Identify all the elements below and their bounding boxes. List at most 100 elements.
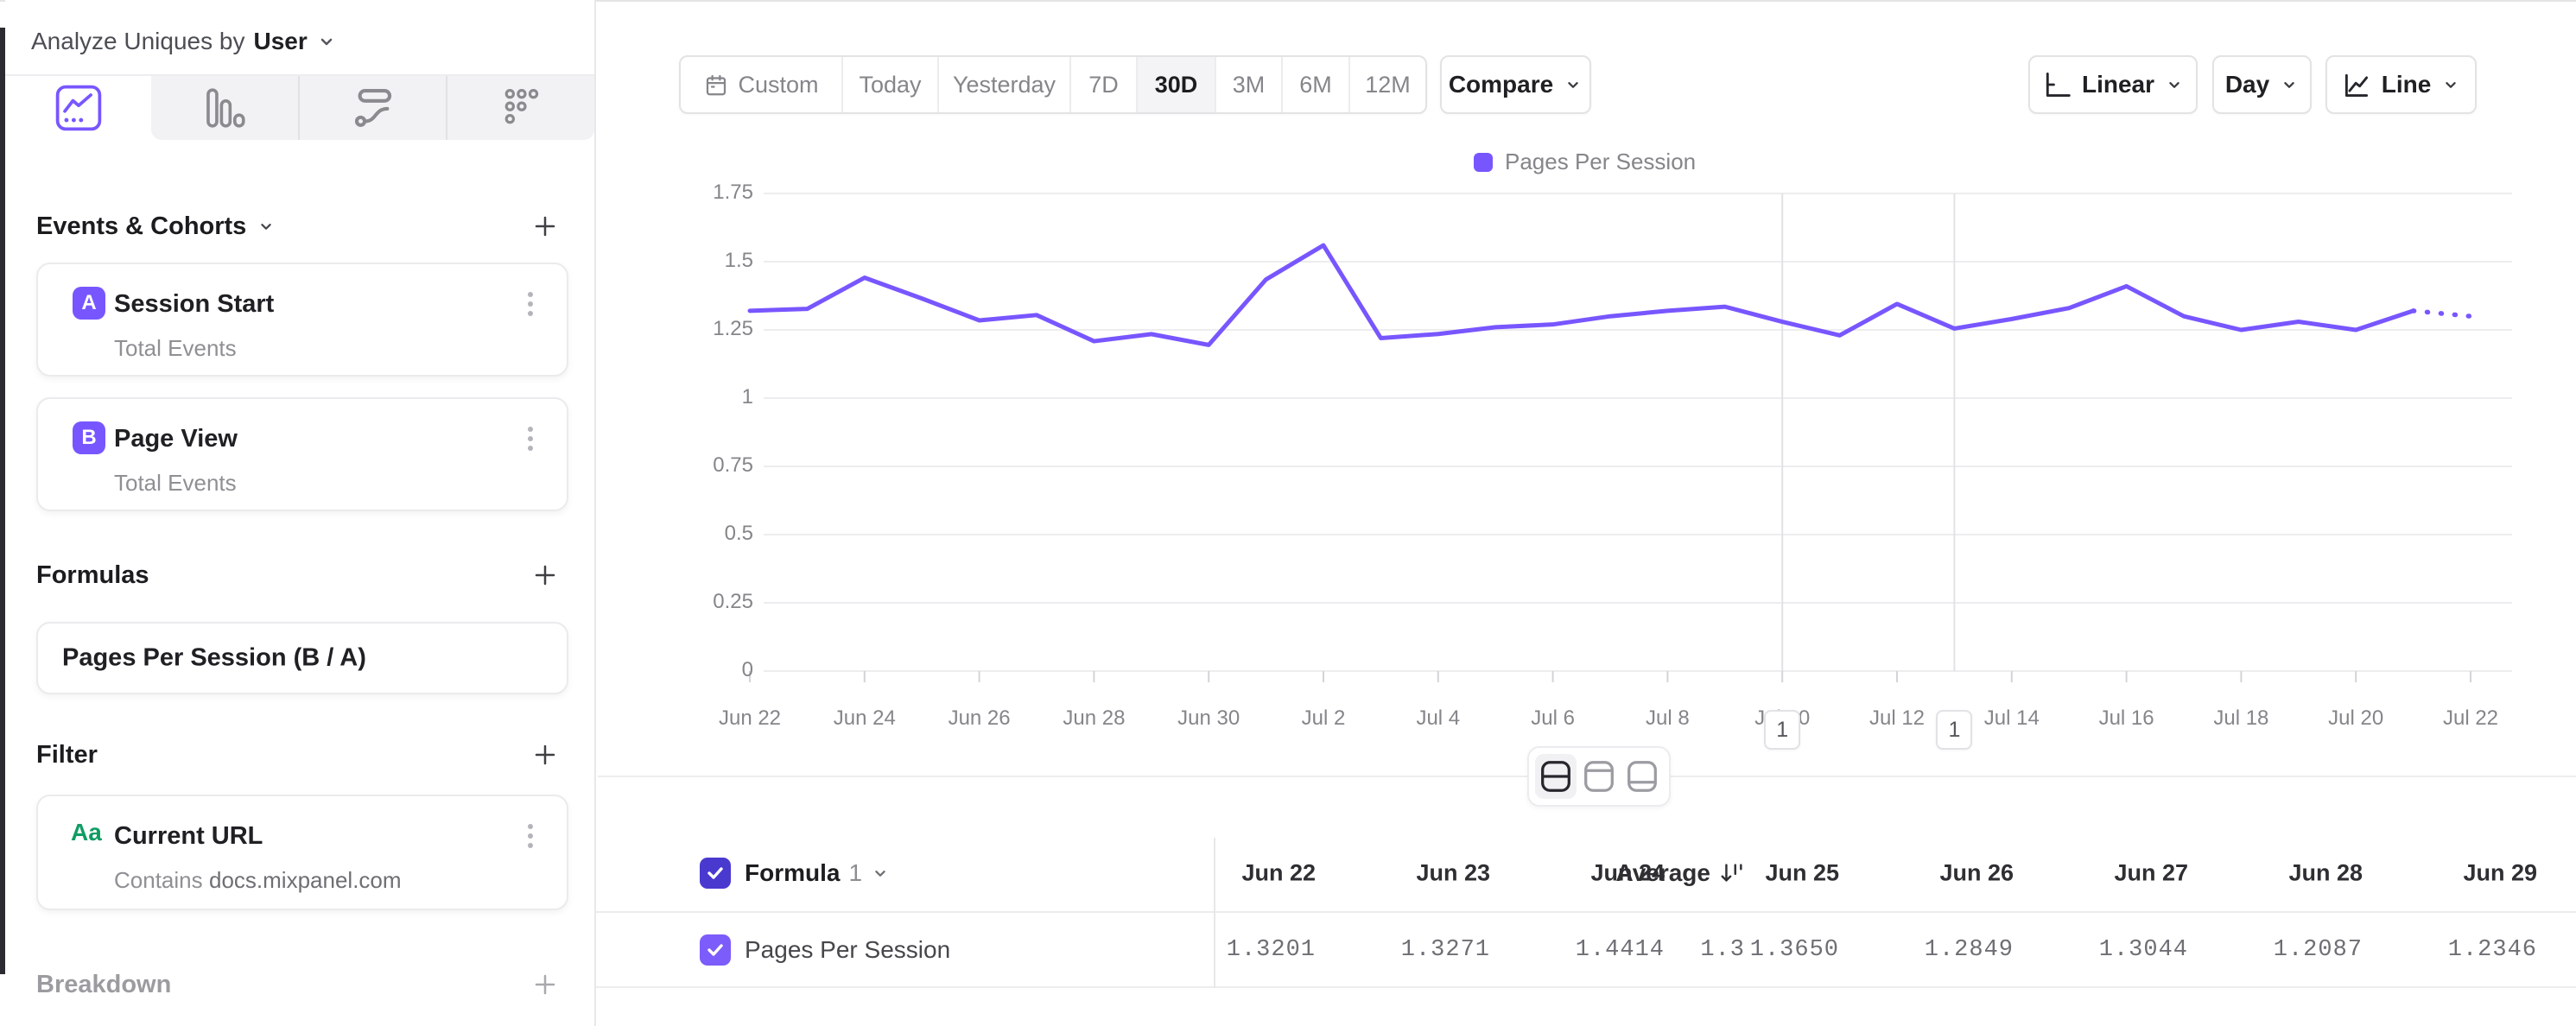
split-view-toggle[interactable] bbox=[1535, 754, 1577, 799]
events-cohorts-header: Events & Cohorts bbox=[36, 211, 560, 242]
filter-card-current-url[interactable]: Aa Current URL Contains docs.mixpanel.co… bbox=[36, 795, 568, 910]
layout-toggle-group bbox=[1527, 746, 1671, 807]
x-tick-label: Jul 8 bbox=[1607, 706, 1728, 731]
date-column-header[interactable]: Jun 25 bbox=[1701, 859, 1839, 886]
interval-dropdown[interactable]: Day bbox=[2212, 55, 2312, 114]
tab-insights[interactable] bbox=[5, 76, 151, 140]
x-tick-label: Jun 30 bbox=[1148, 706, 1269, 731]
date-column-header[interactable]: Jun 29 bbox=[2399, 859, 2537, 886]
event-card-page-view[interactable]: B Page View Total Events bbox=[36, 397, 568, 511]
y-tick-label: 1.75 bbox=[657, 180, 753, 205]
analyze-label: Analyze Uniques by bbox=[31, 28, 244, 55]
tab-flow[interactable] bbox=[298, 76, 447, 140]
check-icon bbox=[705, 863, 726, 884]
cell-value: 1.3044 bbox=[2041, 937, 2188, 963]
cell-value: 1.2087 bbox=[2216, 937, 2363, 963]
insights-report-page: Analyze Uniques by User bbox=[0, 0, 2576, 1026]
inactive-tabs-group bbox=[151, 76, 594, 140]
grid-dots-tab-icon bbox=[496, 83, 546, 133]
chevron-down-icon[interactable] bbox=[257, 217, 276, 236]
date-column-header[interactable]: Jun 22 bbox=[1177, 859, 1316, 886]
event-card-session-start[interactable]: A Session Start Total Events bbox=[36, 263, 568, 377]
event-badge-b: B bbox=[73, 421, 105, 454]
event-measure[interactable]: Total Events bbox=[114, 470, 237, 497]
line-chart bbox=[596, 121, 2576, 725]
y-tick-label: 0.75 bbox=[657, 453, 753, 478]
chart-view-icon bbox=[1580, 757, 1618, 795]
date-column-header[interactable]: Jun 24 bbox=[1526, 859, 1665, 886]
x-tick-label: Jul 6 bbox=[1493, 706, 1614, 731]
x-tick-label: Jul 22 bbox=[2410, 706, 2531, 731]
range-30d[interactable]: 30D bbox=[1136, 57, 1215, 112]
date-column-header[interactable]: Jun 23 bbox=[1352, 859, 1490, 886]
add-filter-button[interactable] bbox=[530, 740, 560, 770]
event-measure[interactable]: Total Events bbox=[114, 335, 237, 362]
y-tick-label: 0.25 bbox=[657, 590, 753, 614]
formula-expression: Pages Per Session (B / A) bbox=[62, 644, 366, 673]
annotation-badge[interactable]: 1 bbox=[1936, 710, 1972, 750]
split-view-icon bbox=[1537, 757, 1575, 795]
tab-retention[interactable] bbox=[446, 76, 594, 140]
y-tick-label: 1.25 bbox=[657, 317, 753, 341]
formula-group-selector[interactable]: Formula 1 bbox=[745, 859, 890, 887]
flow-tab-icon bbox=[348, 83, 398, 133]
range-today[interactable]: Today bbox=[841, 57, 937, 112]
y-tick-label: 0 bbox=[657, 658, 753, 682]
analyze-value-dropdown[interactable]: User bbox=[253, 28, 307, 55]
plus-icon bbox=[532, 213, 558, 239]
cell-value: 1.3271 bbox=[1343, 937, 1490, 963]
range-6m[interactable]: 6M bbox=[1281, 57, 1348, 112]
plus-icon bbox=[532, 972, 558, 998]
string-property-icon: Aa bbox=[71, 819, 102, 846]
tab-bar-chart[interactable] bbox=[151, 76, 298, 140]
y-tick-label: 1 bbox=[657, 385, 753, 409]
x-tick-label: Jul 2 bbox=[1263, 706, 1384, 731]
event-name: Session Start bbox=[114, 290, 274, 319]
event-name: Page View bbox=[114, 425, 238, 453]
event-options-kebab[interactable] bbox=[515, 421, 546, 456]
add-event-button[interactable] bbox=[530, 212, 560, 241]
date-column-header[interactable]: Jun 26 bbox=[1875, 859, 2014, 886]
range-custom[interactable]: Custom bbox=[681, 57, 841, 112]
x-tick-label: Jul 20 bbox=[2295, 706, 2416, 731]
filter-property-name: Current URL bbox=[114, 822, 263, 851]
series-checkbox[interactable] bbox=[700, 934, 731, 966]
range-3m[interactable]: 3M bbox=[1215, 57, 1281, 112]
range-12m[interactable]: 12M bbox=[1348, 57, 1425, 112]
annotation-badge[interactable]: 1 bbox=[1764, 710, 1800, 750]
formula-group-label: Formula bbox=[745, 859, 840, 887]
x-tick-label: Jun 28 bbox=[1033, 706, 1154, 731]
query-builder-sidebar: Analyze Uniques by User bbox=[5, 0, 596, 1026]
range-7d[interactable]: 7D bbox=[1069, 57, 1136, 112]
table-view-icon bbox=[1623, 757, 1661, 795]
y-tick-label: 1.5 bbox=[657, 249, 753, 273]
cell-value: 1.2849 bbox=[1867, 937, 2014, 963]
visualization-tabbar bbox=[5, 76, 594, 140]
filter-value[interactable]: docs.mixpanel.com bbox=[209, 867, 402, 894]
date-column-header[interactable]: Jun 27 bbox=[2050, 859, 2188, 886]
event-options-kebab[interactable] bbox=[515, 287, 546, 321]
filter-operator[interactable]: Contains bbox=[114, 867, 203, 894]
compare-button[interactable]: Compare bbox=[1440, 55, 1591, 114]
line-chart-tab-icon bbox=[53, 82, 105, 134]
chevron-down-icon bbox=[2165, 75, 2184, 94]
chart-only-view-toggle[interactable] bbox=[1578, 754, 1620, 799]
range-yesterday[interactable]: Yesterday bbox=[937, 57, 1069, 112]
table-only-view-toggle[interactable] bbox=[1621, 754, 1663, 799]
compare-label: Compare bbox=[1449, 71, 1553, 98]
add-breakdown-button[interactable] bbox=[530, 970, 560, 999]
y-tick-label: 0.5 bbox=[657, 522, 753, 546]
x-tick-label: Jun 22 bbox=[689, 706, 810, 731]
chart-type-dropdown[interactable]: Line bbox=[2325, 55, 2477, 114]
chevron-down-icon bbox=[871, 864, 890, 883]
scale-dropdown[interactable]: Linear bbox=[2028, 55, 2198, 114]
filter-options-kebab[interactable] bbox=[515, 819, 546, 853]
select-all-checkbox[interactable] bbox=[700, 858, 731, 889]
date-column-header[interactable]: Jun 28 bbox=[2224, 859, 2363, 886]
formula-card[interactable]: Pages Per Session (B / A) bbox=[36, 622, 568, 694]
formulas-header: Formulas bbox=[36, 560, 560, 591]
x-tick-label: Jul 18 bbox=[2180, 706, 2301, 731]
add-formula-button[interactable] bbox=[530, 560, 560, 590]
chevron-down-icon[interactable] bbox=[316, 31, 337, 52]
cell-value: 1.2346 bbox=[2390, 937, 2537, 963]
